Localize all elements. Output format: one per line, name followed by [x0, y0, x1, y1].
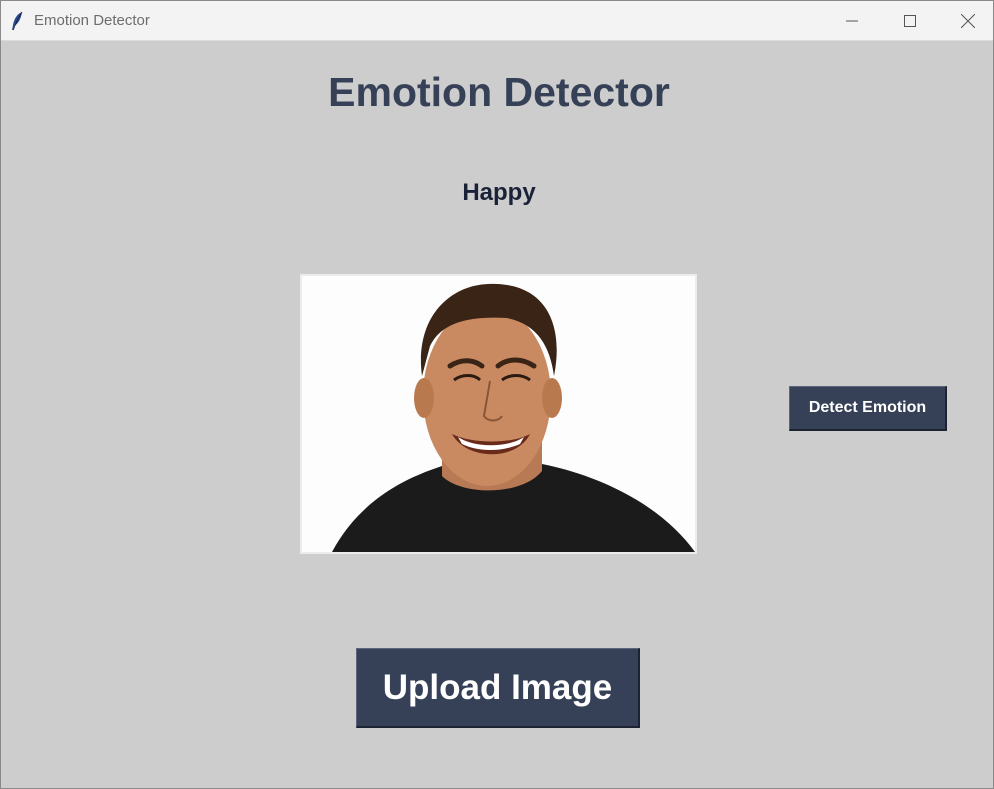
emotion-result-label: Happy — [462, 179, 536, 206]
maximize-icon — [904, 15, 916, 27]
maximize-button[interactable] — [881, 1, 939, 41]
minimize-button[interactable] — [823, 1, 881, 41]
upload-image-button[interactable]: Upload Image — [356, 648, 640, 728]
detect-emotion-button[interactable]: Detect Emotion — [789, 386, 947, 431]
uploaded-image — [300, 274, 697, 554]
app-window: Emotion Detector Emotion Detector Happy — [0, 0, 994, 789]
main-content: Emotion Detector Happy Detect Emotion Up… — [1, 41, 993, 788]
title-bar[interactable]: Emotion Detector — [1, 1, 993, 41]
window-title: Emotion Detector — [34, 12, 150, 29]
portrait-photo — [302, 276, 695, 552]
close-button[interactable] — [939, 1, 994, 41]
page-title: Emotion Detector — [328, 69, 670, 115]
close-icon — [961, 14, 975, 28]
minimize-icon — [846, 15, 858, 27]
feather-icon — [10, 11, 26, 31]
